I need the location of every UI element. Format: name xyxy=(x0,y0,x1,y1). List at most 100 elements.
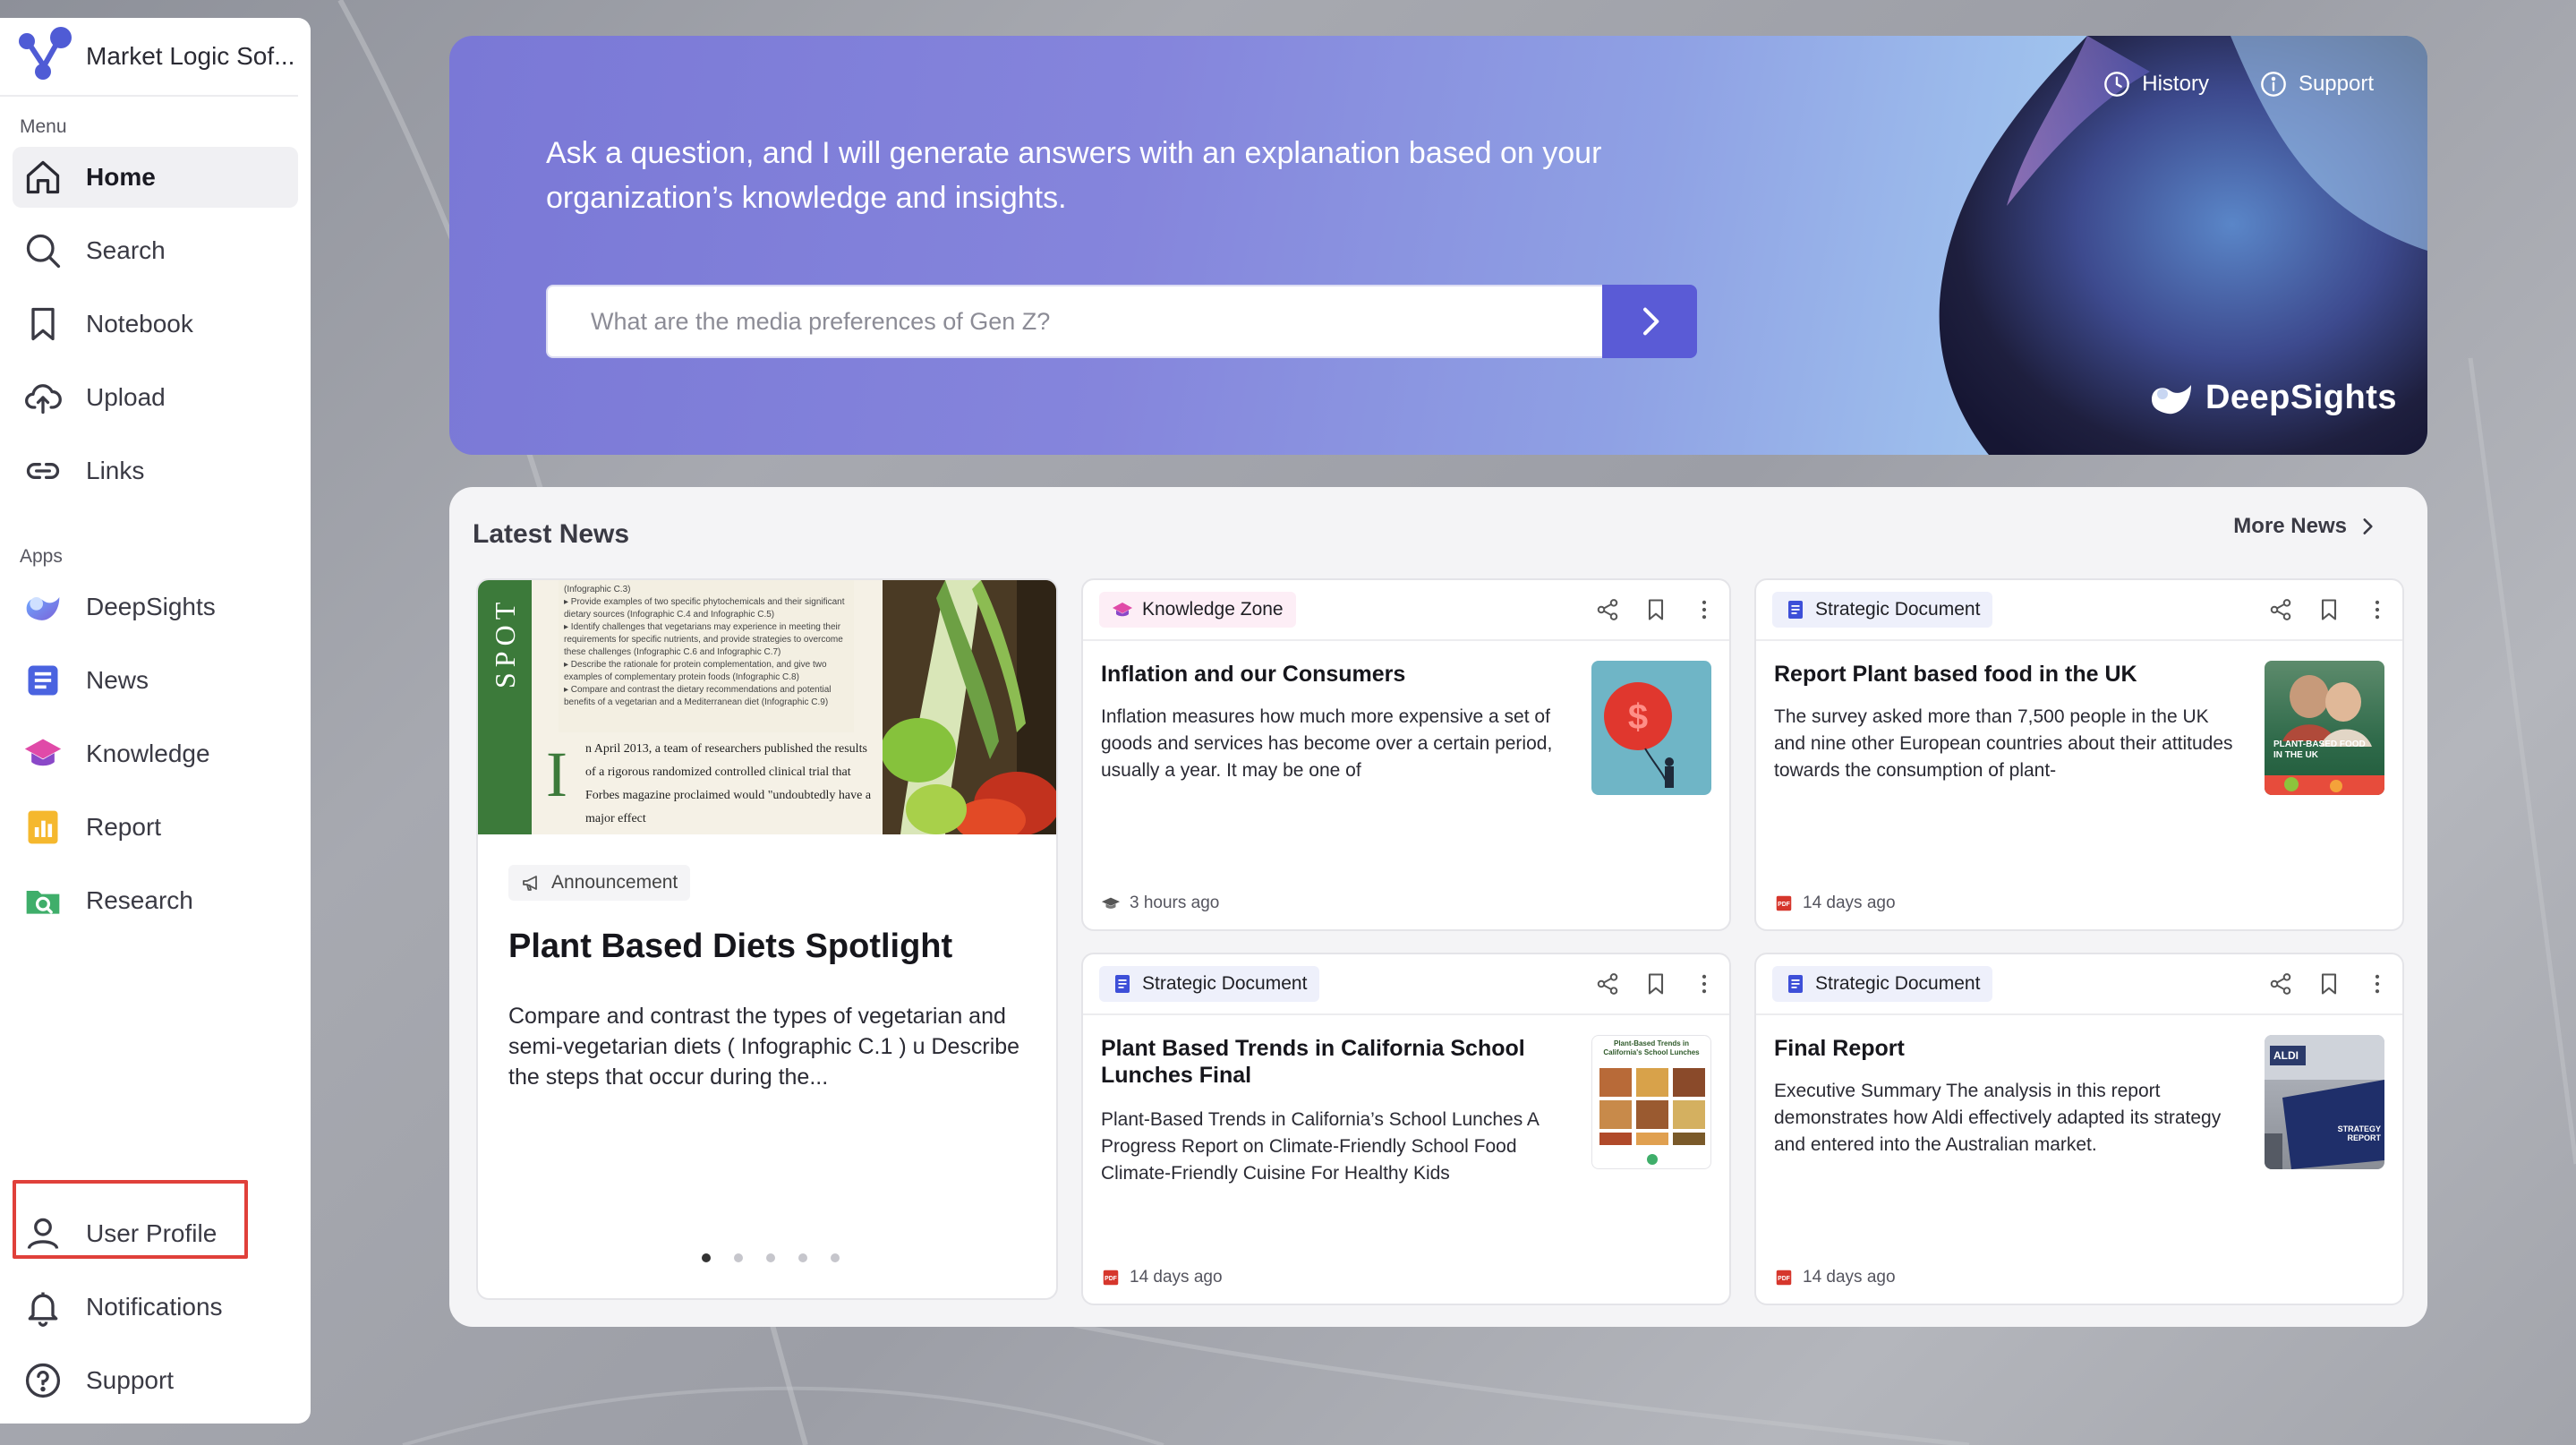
share-button[interactable] xyxy=(2268,597,2293,622)
card-title: Plant Based Trends in California School … xyxy=(1101,1036,1525,1088)
more-options-button[interactable] xyxy=(1692,597,1717,622)
bookmark-button[interactable] xyxy=(1643,971,1668,996)
thumbnail-text: PLANT-BASED FOOD IN THE UK xyxy=(2273,740,2366,760)
california-lunches-thumbnail: Plant-Based Trends in California's Schoo… xyxy=(1591,1035,1711,1169)
card-timestamp: 14 days ago xyxy=(1130,1268,1223,1287)
sidebar-item-search[interactable]: Search xyxy=(13,220,298,281)
sidebar-item-home[interactable]: Home xyxy=(13,147,298,208)
card-header: Strategic Document xyxy=(1756,580,2402,641)
carousel-pagination xyxy=(702,1253,840,1262)
thumbnail-photo xyxy=(2265,675,2384,795)
ask-hero-banner: History Support Ask a question, and I wi… xyxy=(449,36,2427,455)
org-switcher[interactable]: Market Logic Sof... xyxy=(0,18,298,97)
sidebar-item-deepsights[interactable]: DeepSights xyxy=(13,577,298,637)
badge-label: Strategic Document xyxy=(1815,599,1981,620)
search-icon xyxy=(21,229,64,272)
image-side-text: SPOT xyxy=(489,596,521,689)
sidebar-item-links[interactable]: Links xyxy=(13,440,298,501)
sidebar-item-notifications[interactable]: Notifications xyxy=(13,1277,298,1338)
sidebar-item-support[interactable]: Support xyxy=(13,1350,298,1411)
news-card-inflation[interactable]: Knowledge Zone Inflation and our Consume… xyxy=(1081,578,1731,931)
pdf-icon: PDF xyxy=(1776,1270,1792,1286)
sidebar-item-notebook[interactable]: Notebook xyxy=(13,294,298,355)
history-label: History xyxy=(2142,72,2209,96)
latest-news-title: Latest News xyxy=(473,519,630,549)
card-footer: PDF 14 days ago xyxy=(1774,894,1896,913)
share-button[interactable] xyxy=(1595,597,1620,622)
share-button[interactable] xyxy=(2268,971,2293,996)
clock-icon xyxy=(2104,72,2130,97)
featured-news-card[interactable]: SPOT (Infographic C.3) ▸ Provide example… xyxy=(476,578,1058,1300)
image-dropcap: I xyxy=(546,739,567,810)
sidebar-bottom-nav: User Profile Notifications Support xyxy=(0,1203,311,1424)
news-card-final-report[interactable]: Strategic Document Final Report Executiv… xyxy=(1754,953,2404,1305)
announcement-badge: Announcement xyxy=(508,865,691,901)
bell-icon xyxy=(21,1286,64,1329)
bookmark-button[interactable] xyxy=(1643,597,1668,622)
carousel-dot[interactable] xyxy=(766,1253,775,1262)
sidebar-item-label: Home xyxy=(86,163,156,191)
card-footer: PDF 14 days ago xyxy=(1774,1268,1896,1287)
thumbnail-food-grid xyxy=(1599,1068,1705,1165)
sidebar-item-label: Upload xyxy=(86,383,166,411)
bookmark-button[interactable] xyxy=(2316,971,2341,996)
more-options-button[interactable] xyxy=(1692,971,1717,996)
carousel-dot[interactable] xyxy=(798,1253,807,1262)
submit-question-button[interactable] xyxy=(1602,285,1697,358)
sidebar-item-label: DeepSights xyxy=(86,593,216,620)
help-circle-icon xyxy=(21,1359,64,1402)
share-icon xyxy=(2270,973,2291,995)
info-icon xyxy=(2261,72,2286,97)
carousel-dot-active[interactable] xyxy=(702,1253,711,1262)
featured-news-image: SPOT (Infographic C.3) ▸ Provide example… xyxy=(478,580,1056,834)
share-icon xyxy=(2270,599,2291,620)
ask-question-input[interactable] xyxy=(546,285,1602,358)
card-title: Inflation and our Consumers xyxy=(1101,662,1406,687)
sidebar-item-label: Research xyxy=(86,886,193,914)
carousel-dot[interactable] xyxy=(734,1253,743,1262)
sidebar-item-report[interactable]: Report xyxy=(13,797,298,858)
history-link[interactable]: History xyxy=(2103,70,2209,98)
news-card-plant-based-uk[interactable]: Strategic Document Report Plant based fo… xyxy=(1754,578,2404,931)
svg-text:$: $ xyxy=(1628,697,1648,737)
sidebar-item-label: News xyxy=(86,666,149,694)
share-button[interactable] xyxy=(1595,971,1620,996)
card-timestamp: 14 days ago xyxy=(1803,1268,1896,1287)
card-description: The survey asked more than 7,500 people … xyxy=(1774,706,2233,781)
org-name: Market Logic Sof... xyxy=(86,42,295,70)
support-link[interactable]: Support xyxy=(2259,70,2374,98)
sidebar-item-label: Notifications xyxy=(86,1293,223,1321)
more-vertical-icon xyxy=(1702,600,1707,620)
badge-label: Announcement xyxy=(551,872,678,893)
sidebar-item-research[interactable]: Research xyxy=(13,870,298,931)
brand-name: DeepSights xyxy=(2205,379,2397,416)
inflation-thumbnail: $ xyxy=(1591,661,1711,795)
deepsights-logo-icon xyxy=(2151,384,2191,414)
card-header: Strategic Document xyxy=(1083,954,1729,1015)
carousel-dot[interactable] xyxy=(831,1253,840,1262)
bookmark-icon xyxy=(2321,973,2337,995)
more-options-button[interactable] xyxy=(2365,597,2390,622)
more-options-button[interactable] xyxy=(2365,971,2390,996)
sidebar: Market Logic Sof... Menu Home Search Not… xyxy=(0,18,311,1424)
svg-text:PDF: PDF xyxy=(1778,902,1790,908)
sidebar-item-knowledge[interactable]: Knowledge xyxy=(13,723,298,784)
card-actions xyxy=(1595,597,1717,622)
bookmark-button[interactable] xyxy=(2316,597,2341,622)
card-actions xyxy=(1595,971,1717,996)
sidebar-item-upload[interactable]: Upload xyxy=(13,367,298,428)
card-footer: 3 hours ago xyxy=(1101,894,1219,913)
news-card-california-lunches[interactable]: Strategic Document Plant Based Trends in… xyxy=(1081,953,1731,1305)
more-news-link[interactable]: More News xyxy=(2233,514,2379,539)
sidebar-item-user-profile[interactable]: User Profile xyxy=(13,1203,298,1264)
strategic-document-badge: Strategic Document xyxy=(1772,966,1993,1002)
research-icon xyxy=(21,879,64,922)
document-icon xyxy=(1788,975,1803,993)
sidebar-item-news[interactable]: News xyxy=(13,650,298,711)
latest-news-panel: Latest News More News SPOT (Infographic … xyxy=(449,487,2427,1327)
card-title: Report Plant based food in the UK xyxy=(1774,662,2137,687)
card-footer: PDF 14 days ago xyxy=(1101,1268,1223,1287)
badge-label: Strategic Document xyxy=(1142,973,1308,994)
vegetables-image xyxy=(883,580,1056,834)
sidebar-item-label: Links xyxy=(86,457,145,484)
